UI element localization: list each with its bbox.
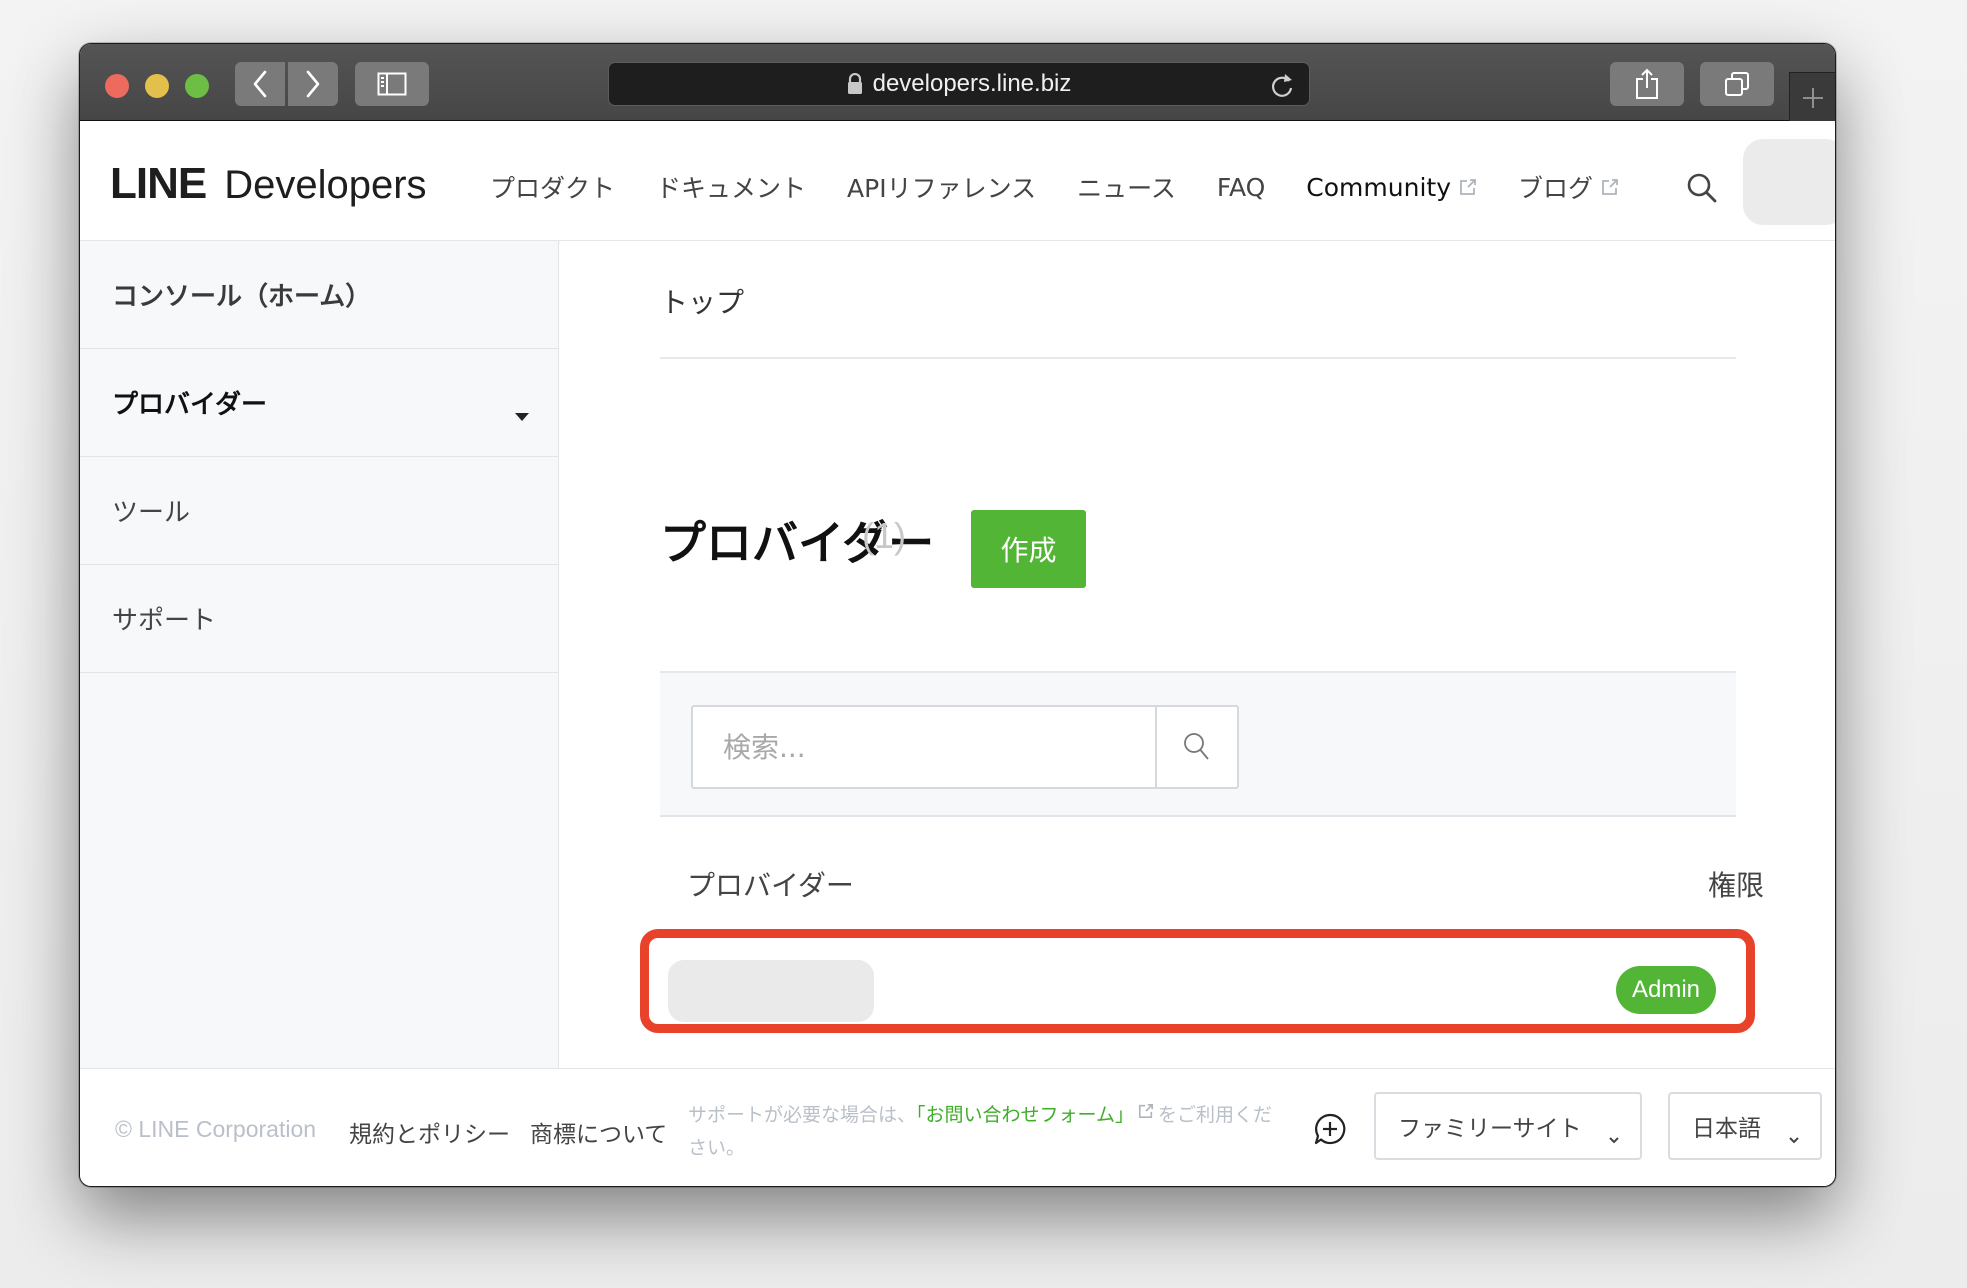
provider-count: (1) [862, 515, 906, 556]
line-developers-logo[interactable]: LINE Developers [110, 159, 427, 209]
main-content: トップ プロバイダー (1) 作成 プロバイダー 権限 Admin [560, 241, 1835, 1068]
chat-plus-icon[interactable] [1313, 1112, 1347, 1152]
nav-api-reference[interactable]: APIリファレンス [847, 169, 1036, 205]
new-tab-button[interactable] [1789, 72, 1835, 122]
provider-search [691, 705, 1239, 789]
logo-line-text: LINE [110, 159, 207, 208]
sidebar-item-label: ツール [112, 498, 191, 528]
sidebar-item-label: プロバイダー [112, 390, 267, 420]
console-sidebar: コンソール（ホーム） プロバイダー ツール サポート [80, 241, 559, 1068]
tabs-overview-button[interactable] [1700, 62, 1774, 106]
chevron-down-icon [1608, 1124, 1620, 1150]
search-panel [660, 671, 1736, 817]
chevron-down-icon [1788, 1124, 1800, 1150]
sidebar-item-providers[interactable]: プロバイダー [80, 349, 558, 457]
table-row[interactable]: Admin [660, 939, 1736, 1039]
minimize-window-button[interactable] [145, 74, 169, 98]
column-header-provider: プロバイダー [687, 869, 854, 902]
sidebar-item-label: サポート [112, 606, 217, 636]
zoom-window-button[interactable] [185, 74, 209, 98]
nav-community[interactable]: Community [1306, 173, 1477, 202]
nav-blog-label: ブログ [1518, 174, 1594, 203]
site-footer: © LINE Corporation 規約とポリシー 商標について サポートが必… [80, 1068, 1835, 1186]
copyright-text: © LINE Corporation [115, 1116, 317, 1142]
forward-icon [306, 70, 320, 98]
sidebar-item-console-home[interactable]: コンソール（ホーム） [80, 241, 558, 349]
external-link-icon [1138, 1097, 1154, 1130]
back-button[interactable] [235, 62, 285, 106]
nav-community-label: Community [1306, 172, 1451, 202]
share-button[interactable] [1610, 62, 1684, 106]
nav-faq[interactable]: FAQ [1217, 173, 1265, 202]
breadcrumb-divider [660, 357, 1736, 359]
address-bar[interactable]: developers.line.biz [608, 62, 1310, 106]
close-window-button[interactable] [105, 74, 129, 98]
plus-icon [1802, 87, 1823, 108]
sidebar-toggle-button[interactable] [355, 62, 429, 106]
search-submit-button[interactable] [1155, 707, 1237, 787]
contact-form-link[interactable]: 「お問い合わせフォーム」 [916, 1104, 1134, 1126]
search-icon [1184, 733, 1209, 760]
permission-badge: Admin [1616, 966, 1716, 1014]
trademark-link[interactable]: 商標について [530, 1115, 667, 1149]
caret-down-icon [514, 399, 530, 429]
site-header: LINE Developers プロダクト ドキュメント APIリファレンス ニュ… [80, 121, 1835, 241]
support-prefix: サポートが必要な場合は、 [688, 1104, 917, 1126]
provider-name-redacted[interactable] [668, 960, 874, 1022]
terms-policy-link[interactable]: 規約とポリシー [349, 1115, 510, 1149]
sidebar-item-support[interactable]: サポート [80, 565, 558, 673]
nav-documents[interactable]: ドキュメント [656, 169, 806, 205]
nav-blog[interactable]: ブログ [1518, 169, 1619, 205]
lock-icon [847, 73, 863, 95]
browser-window: developers.line.biz LINE Developers プロダクト… [79, 43, 1836, 1187]
top-navigation: プロダクト ドキュメント APIリファレンス ニュース FAQ Communit… [490, 169, 1660, 205]
sidebar-item-tools[interactable]: ツール [80, 457, 558, 565]
search-input[interactable] [693, 707, 1155, 787]
family-site-select[interactable]: ファミリーサイト [1374, 1092, 1642, 1160]
external-link-icon [1459, 178, 1477, 196]
family-site-label: ファミリーサイト [1398, 1116, 1582, 1142]
url-text: developers.line.biz [872, 70, 1072, 97]
create-provider-button[interactable]: 作成 [971, 510, 1086, 588]
column-header-permission: 権限 [1708, 869, 1765, 902]
logo-developers-text: Developers [224, 163, 427, 207]
language-select[interactable]: 日本語 [1668, 1092, 1822, 1160]
support-notice: サポートが必要な場合は、「お問い合わせフォーム」 をご利用ください。 [688, 1097, 1278, 1165]
back-icon [253, 70, 267, 98]
browser-toolbar: developers.line.biz [80, 44, 1835, 122]
reload-icon[interactable] [1269, 71, 1295, 106]
share-icon [1636, 68, 1658, 99]
sidebar-icon [377, 72, 407, 96]
sidebar-item-label: コンソール（ホーム） [112, 282, 372, 312]
nav-products[interactable]: プロダクト [490, 169, 615, 205]
breadcrumb-top[interactable]: トップ [660, 281, 744, 321]
nav-news[interactable]: ニュース [1077, 169, 1176, 205]
forward-button[interactable] [288, 62, 338, 106]
external-link-icon [1601, 178, 1619, 196]
language-label: 日本語 [1692, 1116, 1761, 1142]
user-avatar[interactable] [1743, 139, 1835, 225]
tabs-overview-icon [1725, 72, 1749, 96]
search-icon[interactable] [1686, 172, 1718, 208]
